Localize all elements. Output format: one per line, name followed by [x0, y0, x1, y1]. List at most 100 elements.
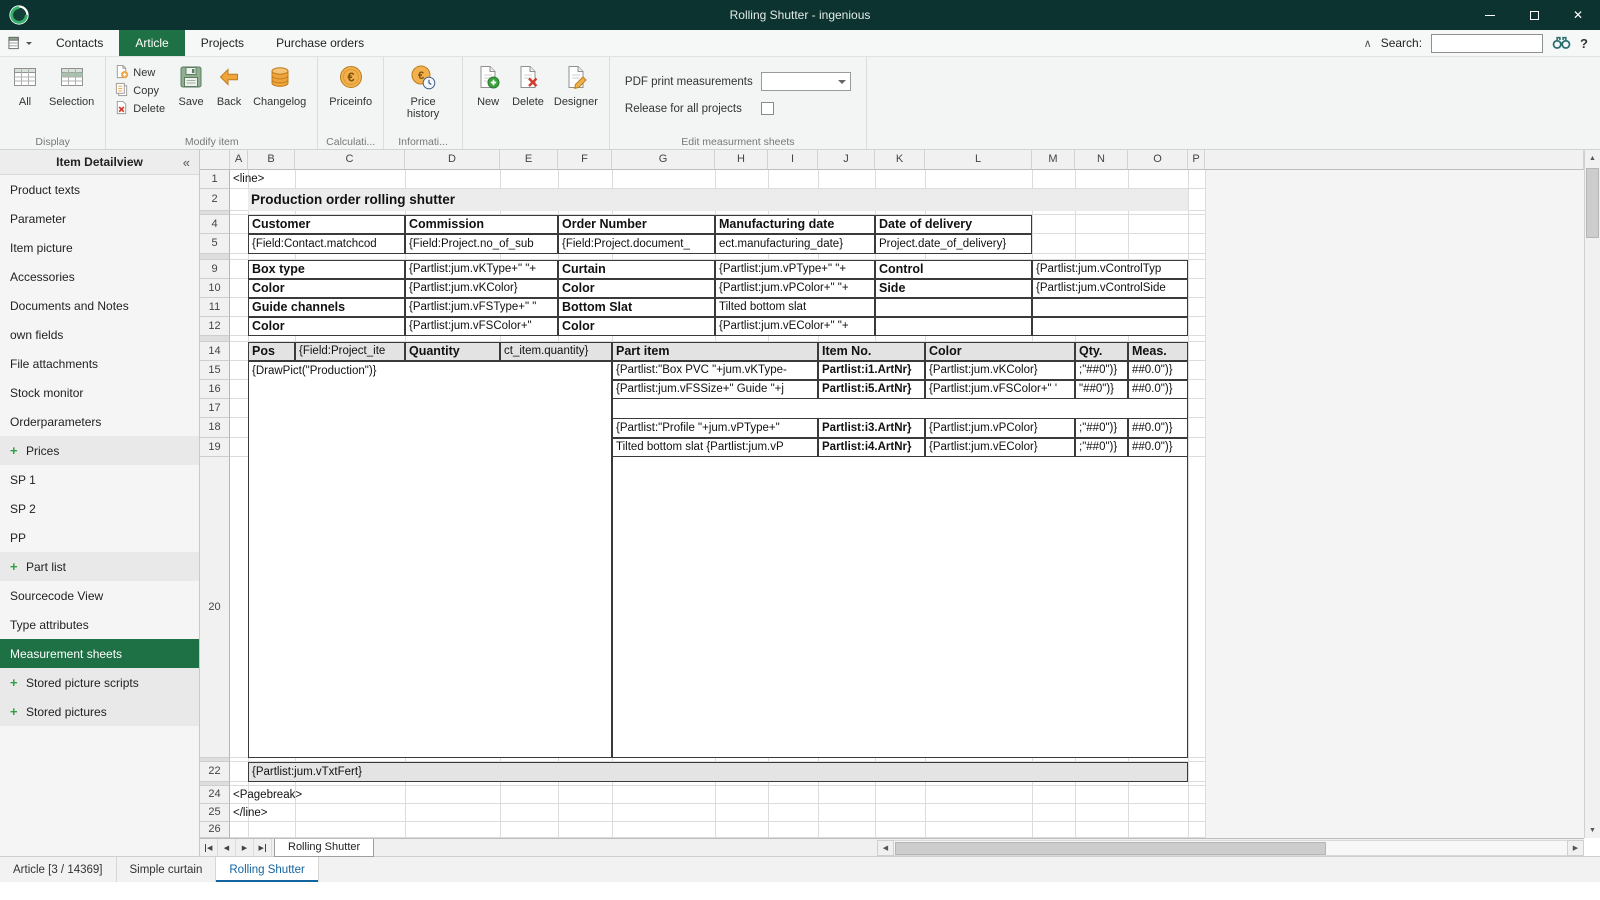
cell-G16[interactable]: {Partlist:jum.vFSSize+" Guide "+j: [612, 380, 818, 399]
status-tab-simple-curtain[interactable]: Simple curtain: [117, 857, 217, 882]
row-header-5[interactable]: 5: [200, 234, 230, 254]
row-header-15[interactable]: 15: [200, 361, 230, 380]
row-header-20[interactable]: 20: [200, 457, 230, 758]
cell-J19[interactable]: Partlist:i4.ArtNr}: [818, 438, 925, 457]
row-header-16[interactable]: 16: [200, 380, 230, 399]
price-history-button[interactable]: €Price history: [390, 60, 456, 121]
cell-J16[interactable]: Partlist:i5.ArtNr}: [818, 380, 925, 399]
col-header-L[interactable]: L: [925, 150, 1032, 170]
cell-B2[interactable]: Production order rolling shutter: [248, 189, 1188, 211]
main-menu-button[interactable]: [0, 30, 40, 56]
menu-tab-projects[interactable]: Projects: [185, 30, 260, 56]
all-button[interactable]: All: [6, 60, 44, 108]
col-header-M[interactable]: M: [1032, 150, 1075, 170]
sidebar-item-sourcecode-view[interactable]: Sourcecode View: [0, 581, 199, 610]
col-header-I[interactable]: I: [768, 150, 818, 170]
new-button[interactable]: New: [469, 60, 507, 108]
row-header-19[interactable]: 19: [200, 438, 230, 457]
save-button[interactable]: Save: [172, 60, 210, 108]
col-header-C[interactable]: C: [295, 150, 405, 170]
cell-B14[interactable]: Pos: [248, 342, 295, 361]
cell-L15[interactable]: {Partlist:jum.vKColor}: [925, 361, 1075, 380]
help-icon[interactable]: ?: [1580, 36, 1588, 51]
cell-H10[interactable]: {Partlist:jum.vPColor+" "+: [715, 279, 875, 298]
sidebar-item-item-picture[interactable]: Item picture: [0, 233, 199, 262]
sheet-nav-first-button[interactable]: ◀: [200, 839, 218, 856]
col-header-K[interactable]: K: [875, 150, 925, 170]
cell-C14[interactable]: {Field:Project_ite: [295, 342, 405, 361]
cell-L16[interactable]: {Partlist:jum.vFSColor+" ': [925, 380, 1075, 399]
cell-N19[interactable]: ;"##0")}: [1075, 438, 1128, 457]
cell-A24[interactable]: <Pagebreak>: [230, 786, 405, 804]
menu-tab-contacts[interactable]: Contacts: [40, 30, 119, 56]
cell-H11[interactable]: Tilted bottom slat: [715, 298, 875, 317]
col-header-H[interactable]: H: [715, 150, 768, 170]
cell-D14[interactable]: Quantity: [405, 342, 500, 361]
new-button[interactable]: New: [112, 65, 167, 81]
row-header-11[interactable]: 11: [200, 298, 230, 317]
sheet-nav-prev-button[interactable]: ◀: [218, 839, 236, 856]
sidebar-item-stored-picture-scripts[interactable]: +Stored picture scripts: [0, 668, 199, 697]
sidebar-item-accessories[interactable]: Accessories: [0, 262, 199, 291]
status-tab-article-3-14369[interactable]: Article [3 / 14369]: [0, 857, 117, 882]
cell-K4[interactable]: Date of delivery: [875, 215, 1032, 234]
cell-N16[interactable]: "##0")}: [1075, 380, 1128, 399]
cell-H12[interactable]: {Partlist:jum.vEColor+" "+: [715, 317, 875, 336]
cell-F10[interactable]: Color: [558, 279, 715, 298]
cell-M10[interactable]: {Partlist:jum.vControlSide: [1032, 279, 1188, 298]
cell-K12[interactable]: [875, 317, 1032, 336]
delete-button[interactable]: Delete: [112, 101, 167, 117]
cell-J14[interactable]: Item No.: [818, 342, 925, 361]
cell-N18[interactable]: ;"##0")}: [1075, 418, 1128, 438]
search-input[interactable]: [1431, 34, 1543, 53]
pdf-print-measurements-combobox[interactable]: [761, 72, 851, 91]
release-for-all-projects-checkbox[interactable]: [761, 102, 774, 115]
cell-G14[interactable]: Part item: [612, 342, 818, 361]
cell-B9[interactable]: Box type: [248, 260, 405, 279]
sheet-corner[interactable]: [200, 150, 230, 170]
cell-F11[interactable]: Bottom Slat: [558, 298, 715, 317]
cell-L14[interactable]: Color: [925, 342, 1075, 361]
sheet-nav-last-button[interactable]: ▶: [254, 839, 272, 856]
collapse-ribbon-button[interactable]: ∧: [1364, 37, 1372, 50]
col-header-A[interactable]: A: [230, 150, 248, 170]
cell-B10[interactable]: Color: [248, 279, 405, 298]
scroll-left-icon[interactable]: ◀: [877, 840, 894, 856]
cell-N14[interactable]: Qty.: [1075, 342, 1128, 361]
col-header-G[interactable]: G: [612, 150, 715, 170]
cell-N15[interactable]: ;"##0")}: [1075, 361, 1128, 380]
collapse-sidebar-icon[interactable]: «: [183, 155, 190, 170]
row-header-22[interactable]: 22: [200, 762, 230, 782]
row-header-9[interactable]: 9: [200, 260, 230, 279]
cell-O16[interactable]: ##0.0")}: [1128, 380, 1188, 399]
cell-K9[interactable]: Control: [875, 260, 1032, 279]
cell-J15[interactable]: Partlist:i1.ArtNr}: [818, 361, 925, 380]
col-header-D[interactable]: D: [405, 150, 500, 170]
col-header-B[interactable]: B: [248, 150, 295, 170]
menu-tab-purchase-orders[interactable]: Purchase orders: [260, 30, 380, 56]
cell-A25[interactable]: </line>: [230, 804, 405, 822]
sidebar-item-parameter[interactable]: Parameter: [0, 204, 199, 233]
cell-M9[interactable]: {Partlist:jum.vControlTyp: [1032, 260, 1188, 279]
cell-D11[interactable]: {Partlist:jum.vFSType+" ": [405, 298, 558, 317]
cell-K11[interactable]: [875, 298, 1032, 317]
menu-tab-article[interactable]: Article: [119, 30, 184, 56]
cell-B12[interactable]: Color: [248, 317, 405, 336]
cell-M11[interactable]: [1032, 298, 1188, 317]
row-header-17[interactable]: 17: [200, 399, 230, 418]
scroll-down-icon[interactable]: ▼: [1585, 822, 1600, 838]
cell-B11[interactable]: Guide channels: [248, 298, 405, 317]
cell-L18[interactable]: {Partlist:jum.vPColor}: [925, 418, 1075, 438]
cell-O15[interactable]: ##0.0")}: [1128, 361, 1188, 380]
row-header-10[interactable]: 10: [200, 279, 230, 298]
cell-F12[interactable]: Color: [558, 317, 715, 336]
cell-E14[interactable]: ct_item.quantity}: [500, 342, 612, 361]
cell-O14[interactable]: Meas.: [1128, 342, 1188, 361]
cell-D9[interactable]: {Partlist:jum.vKType+" "+: [405, 260, 558, 279]
cell-B4[interactable]: Customer: [248, 215, 405, 234]
delete-button[interactable]: Delete: [507, 60, 549, 108]
close-button[interactable]: ✕: [1556, 0, 1600, 30]
sidebar-item-part-list[interactable]: +Part list: [0, 552, 199, 581]
cell-D4[interactable]: Commission: [405, 215, 558, 234]
minimize-button[interactable]: [1468, 0, 1512, 30]
